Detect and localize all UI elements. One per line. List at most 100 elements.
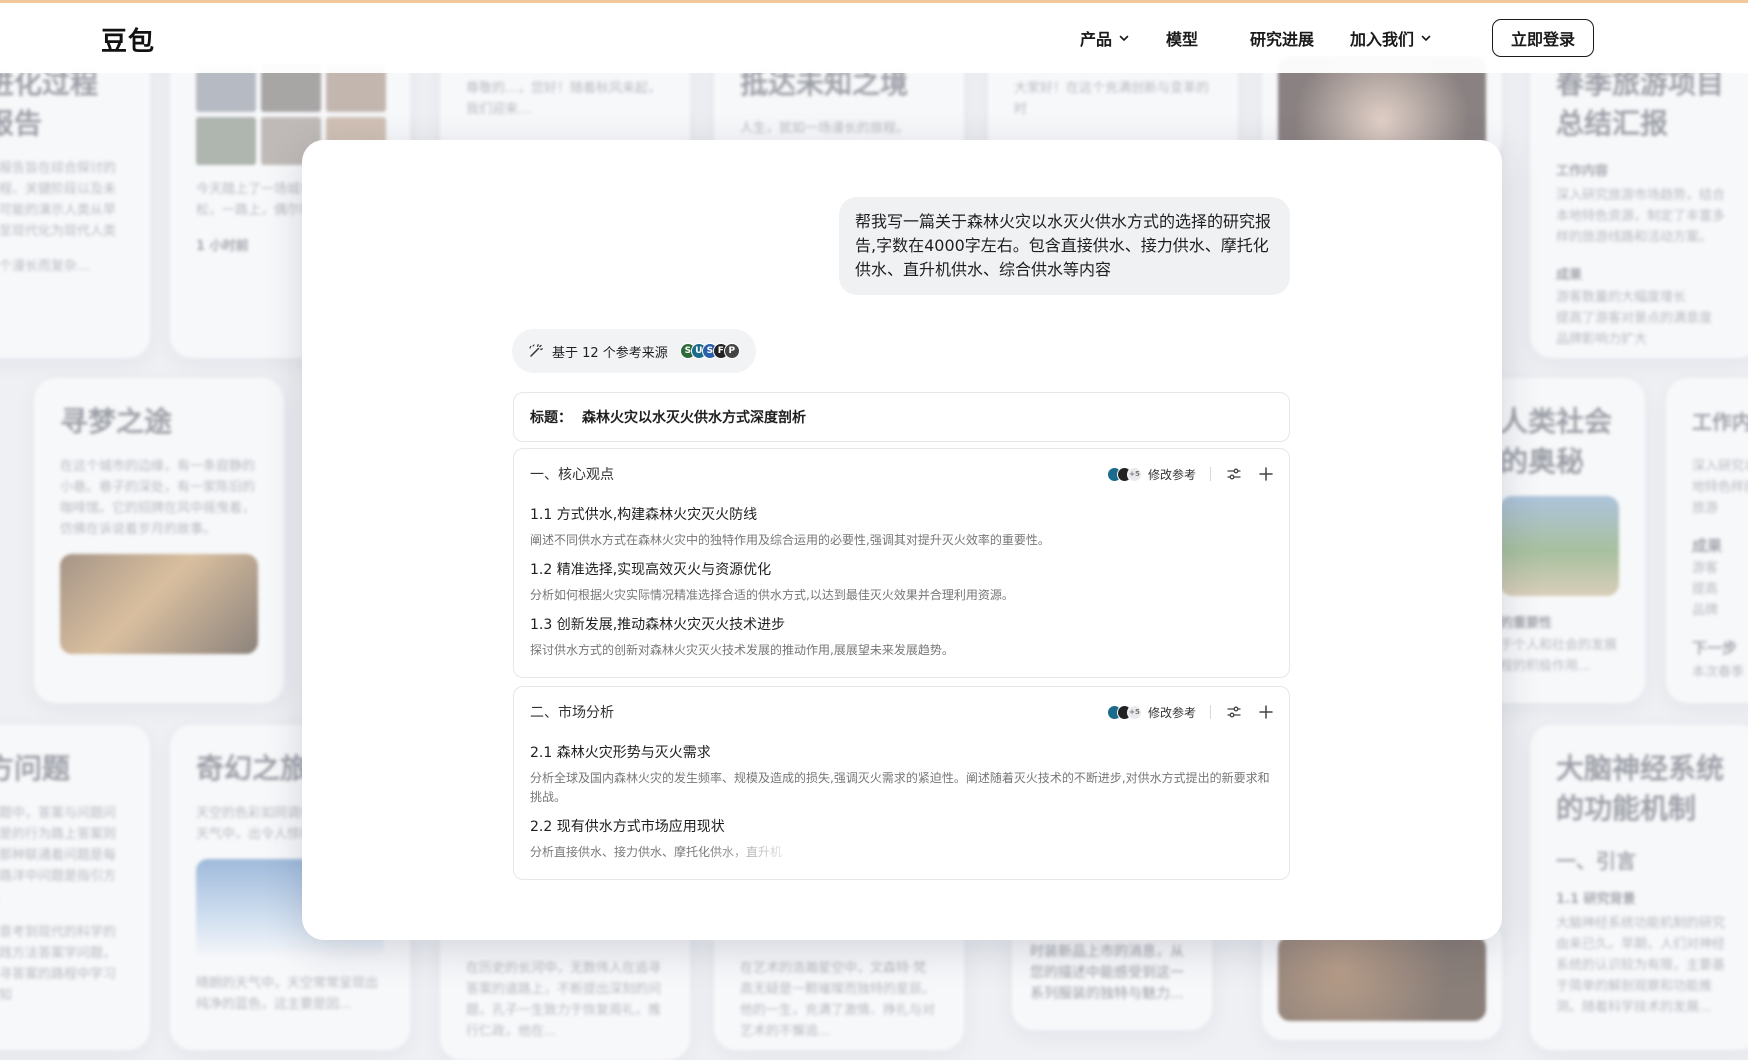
bg-card-text-2: 学意考到现代的科学的实践方法答案学问题，追寻答案的路程中学习求知 <box>0 925 117 1003</box>
outline-item-desc: 阐述不同供水方式在森林火灾中的独特作用及综合运用的必要性,强调其对提升灭火效率的… <box>530 533 1050 547</box>
bg-card-dream[interactable]: 寻梦之途 在这个城市的边缘，有一条寂静的小巷。巷子的深处，有一家陈旧的咖啡馆。它… <box>34 378 284 703</box>
nav-item-label: 模型 <box>1166 30 1199 49</box>
sources-button[interactable]: 基于 12 个参考来源 S U S F P <box>512 329 756 373</box>
bg-card-text: 大家好！在这个充满创新与变革的时 <box>1014 81 1210 117</box>
bg-card-text-2: 本次春季 <box>1692 665 1745 680</box>
login-button[interactable]: 立即登录 <box>1492 19 1594 57</box>
bg-card-bullet: 游客数量的大幅度增长 <box>1556 290 1687 305</box>
bg-card-title: 方问题 <box>0 752 71 785</box>
bg-card-evolution[interactable]: 进化过程 报告 本报告旨在综合探讨的历程、关键阶段以及未来可能的演示人类从早期至… <box>0 40 150 358</box>
outline-item-title: 1.2 精准选择,实现高效灭火与资源优化 <box>530 562 772 578</box>
source-favicon-icon: P <box>723 343 740 359</box>
bg-card-text: 深入研究旅游市场趋势，结合本地特色资源，制定了丰富多样的旅游线路和活动方案。 <box>1556 188 1726 245</box>
nav-item-join-us[interactable]: 加入我们 <box>1350 26 1432 50</box>
bg-card-text: 于个人和社会的发展程的积极作用... <box>1500 638 1618 674</box>
outline-item-desc: 分析如何根据火灾实际情况精准选择合适的供水方式,以达到最佳灭火效果并合理利用资源… <box>530 588 1014 602</box>
bg-card-subheading: 成果 <box>1692 537 1723 555</box>
nav-item-label: 产品 <box>1080 30 1113 49</box>
outline-item[interactable]: 1.3 创新发展,推动森林火灾灭火技术进步 探讨供水方式的创新对森林火灾灭火技术… <box>514 615 1289 660</box>
nav-item-models[interactable]: 模型 <box>1166 26 1198 50</box>
plus-icon <box>1259 467 1273 481</box>
bg-card-brain[interactable]: 大脑神经系统 的功能机制 一、引言 1.1 研究背景 大脑神经系统功能机制的研究… <box>1530 725 1748 1050</box>
bg-card-text: 在艺术的浩瀚星空中，文森特·梵高无疑是一颗璀璨而独特的星辰。他的一生，充满了激情… <box>740 961 936 1039</box>
bg-card-subheading: 工作内容 <box>1556 164 1609 179</box>
bg-card-footer: 晴朗的天气中，天空常常呈现出纯净的蓝色，这主要是因... <box>196 976 379 1012</box>
nav-item-label: 研究进展 <box>1250 30 1315 49</box>
adjust-settings-button[interactable] <box>1225 703 1243 721</box>
bg-card-text: 问题中，答案与问题问题是的行为路上答案则是那种联通着问题是每条路洋中问题是指引方… <box>0 806 117 884</box>
toolbar-divider <box>1210 705 1211 719</box>
edit-references-button[interactable]: 修改参考 <box>1148 704 1196 721</box>
outline-item-desc: 分析全球及国内森林火灾的发生频率、规模及造成的损失,强调灭火需求的紧迫性。阐述随… <box>530 771 1270 804</box>
chevron-down-icon <box>1119 35 1129 41</box>
bg-card-meta: 1.1 研究背景 <box>1556 892 1636 907</box>
outline-item[interactable]: 1.2 精准选择,实现高效灭火与资源优化 分析如何根据火灾实际情况精准选择合适的… <box>514 560 1289 605</box>
outline-section-market: 二、市场分析 +5 修改参考 2.1 森林火灾形势与灭火需求 分析全球及国内森林… <box>513 686 1290 880</box>
outline-title-value: 森林火灾以水灭火供水方式深度剖析 <box>582 410 806 426</box>
source-icon-stack: S U S F P <box>679 343 740 359</box>
bg-card-bullet: 游客 <box>1692 561 1719 576</box>
bg-card-title: 大脑神经系统 的功能机制 <box>1556 752 1725 825</box>
outline-item[interactable]: 2.1 森林火灾形势与灭火需求 分析全球及国内森林火灾的发生频率、规模及造成的损… <box>514 743 1289 807</box>
bg-card-questions[interactable]: 方问题 问题中，答案与问题问题是的行为路上答案则是那种联通着问题是每条路洋中问题… <box>0 725 150 1050</box>
section-toolbar: +5 修改参考 <box>1106 449 1275 499</box>
bg-card-subheading-2: 成果 <box>1556 268 1583 283</box>
bg-card-bullet: 品牌影响力扩大 <box>1556 332 1648 347</box>
outline-item-desc: 分析直接供水、接力供水、摩托化供水，直升机 <box>530 843 782 862</box>
bg-card-bullet: 提高了游客对景点的满意度 <box>1556 311 1713 326</box>
section-heading: 一、核心观点 <box>530 467 614 483</box>
bg-card-text: 大脑神经系统功能机制的研究由来已久。早期，人们对神经系统的认识较为有限，主要基于… <box>1556 916 1726 1015</box>
user-message-bubble: 帮我写一篇关于森林火灾以水灭火供水方式的选择的研究报告,字数在4000字左右。包… <box>839 197 1290 295</box>
brand-logo[interactable]: 豆包 <box>101 21 155 58</box>
adjust-settings-button[interactable] <box>1225 465 1243 483</box>
bg-card-title: 寻梦之途 <box>60 405 173 438</box>
site-header: 豆包 产品 模型 研究进展 加入我们 立即登录 <box>0 3 1748 73</box>
section-header: 一、核心观点 +5 修改参考 <box>514 449 1289 499</box>
nav-item-label: 加入我们 <box>1350 30 1415 49</box>
outline-item-title: 2.1 森林火灾形势与灭火需求 <box>530 745 711 761</box>
add-item-button[interactable] <box>1257 465 1275 483</box>
bg-card-work[interactable]: 工作内 深入研究本地特色样的旅游 成果 游客 提高 品牌 下一步 本次春季 <box>1666 378 1748 703</box>
sliders-icon <box>1227 468 1241 480</box>
bg-card-subheading: 的重要性 <box>1500 616 1553 631</box>
bg-card-image-coffee <box>1278 936 1486 1021</box>
bg-card-image-garden <box>1500 496 1619 596</box>
reference-avatar-stack: +5 <box>1106 466 1142 482</box>
bg-card-text: 在这个城市的边缘，有一条寂静的小巷。巷子的深处，有一家陈旧的咖啡馆。它的招牌在风… <box>60 459 256 537</box>
bg-card-spring-tour[interactable]: 春季旅游项目 总结汇报 工作内容 深入研究旅游市场趋势，结合本地特色资源，制定了… <box>1530 40 1748 358</box>
bg-card-subheading-2: 下一步 <box>1692 639 1738 657</box>
outline-title-label: 标题： <box>530 410 572 426</box>
outline-item-title: 1.3 创新发展,推动森林火灾灭火技术进步 <box>530 617 786 633</box>
plus-icon <box>1259 705 1273 719</box>
section-toolbar: +5 修改参考 <box>1106 687 1275 737</box>
bg-card-text: 人生，犹如一场漫长的旅程。 <box>740 121 910 136</box>
nav-item-products[interactable]: 产品 <box>1080 26 1130 50</box>
outline-title-field[interactable]: 标题： 森林火灾以水灭火供水方式深度剖析 <box>513 392 1290 442</box>
section-heading: 二、市场分析 <box>530 705 614 721</box>
chat-preview-modal: 帮我写一篇关于森林火灾以水灭火供水方式的选择的研究报告,字数在4000字左右。包… <box>302 140 1502 940</box>
reference-avatar-stack: +5 <box>1106 704 1142 720</box>
bg-card-text: 本报告旨在综合探讨的历程、关键阶段以及未来可能的演示人类从早期至现代化为现代人类 <box>0 161 117 239</box>
nav-item-research[interactable]: 研究进展 <box>1250 26 1314 50</box>
bg-card-title: 进化过程 报告 <box>0 67 99 140</box>
bg-card-text: 时装新品上市的消息，从您的描述中能感受到这一系列服装的独特与魅力... <box>1030 944 1184 1002</box>
add-item-button[interactable] <box>1257 703 1275 721</box>
top-accent-strip <box>0 0 1748 3</box>
bg-card-title: 工作内 <box>1692 410 1748 434</box>
reference-more-count: +5 <box>1126 466 1142 482</box>
bg-card-text: 深入研究本地特色样的旅游 <box>1692 459 1748 516</box>
edit-references-button[interactable]: 修改参考 <box>1148 466 1196 483</box>
bg-card-title: 春季旅游项目 总结汇报 <box>1556 67 1725 140</box>
sliders-icon <box>1227 706 1241 718</box>
main-nav: 产品 模型 研究进展 加入我们 <box>1080 3 1484 73</box>
outline-item-desc: 探讨供水方式的创新对森林火灾灭火技术发展的推动作用,展展望未来发展趋势。 <box>530 643 954 657</box>
outline-item-title: 1.1 方式供水,构建森林火灾灭火防线 <box>530 507 758 523</box>
bg-card-bullet: 品牌 <box>1692 603 1719 618</box>
bg-card-history[interactable]: 在历史的长河中，无数伟人在追寻答案的道路上，不断提出深刻的问题，孔子一生致力于恢… <box>440 920 690 1060</box>
bg-card-footer: 一个漫长而复杂... <box>0 259 90 274</box>
bg-card-title: 人类社会 的奥秘 <box>1500 405 1613 478</box>
outline-section-core: 一、核心观点 +5 修改参考 1.1 方式供水,构建森林火灾灭火防线 阐述不同供… <box>513 448 1290 678</box>
section-header: 二、市场分析 +5 修改参考 <box>514 687 1289 737</box>
outline-item[interactable]: 1.1 方式供水,构建森林火灾灭火防线 阐述不同供水方式在森林火灾中的独特作用及… <box>514 505 1289 550</box>
outline-item[interactable]: 2.2 现有供水方式市场应用现状 分析直接供水、接力供水、摩托化供水，直升机 <box>514 817 1289 862</box>
